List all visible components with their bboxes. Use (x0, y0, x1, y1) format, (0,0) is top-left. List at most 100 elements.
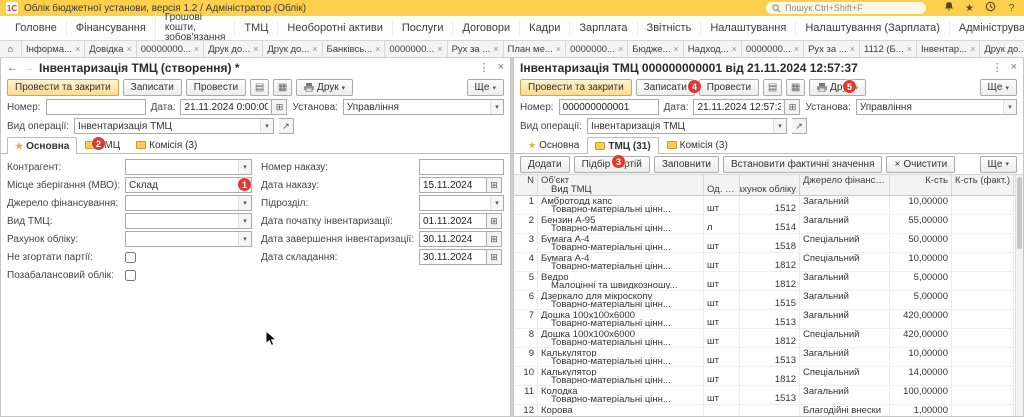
menu-item[interactable]: ТМЦ (234, 21, 277, 35)
chevron-down-icon[interactable]: ▾ (1003, 100, 1016, 114)
table-row[interactable]: 5 ВедроМалоцінні та швидкозношу... шт 18… (514, 272, 1023, 291)
table-row[interactable]: 9 КалькуляторТоварно-матеріальні цінн...… (514, 348, 1023, 367)
back-icon[interactable]: ← (7, 62, 18, 74)
calendar-icon[interactable]: ⊞ (487, 177, 502, 193)
window-tab[interactable]: Бюдже... × (628, 41, 684, 57)
scrollbar-thumb[interactable] (1017, 177, 1022, 249)
tab-main[interactable]: ★ Основна (7, 137, 77, 154)
chevron-down-icon[interactable]: ▾ (238, 214, 251, 228)
register-records-icon[interactable]: ▦ (786, 79, 805, 96)
off-balance-checkbox[interactable] (125, 270, 136, 281)
chevron-down-icon[interactable]: ▾ (490, 100, 503, 114)
set-fact-values-button[interactable]: Встановити фактичні значення (723, 156, 882, 173)
chevron-down-icon[interactable]: ▾ (238, 232, 251, 246)
tab-close-icon[interactable]: × (75, 44, 80, 54)
print-button[interactable]: Друк ▾ (296, 79, 353, 96)
tmc-kind-combo[interactable]: ▾ (125, 213, 252, 229)
window-tab[interactable]: 1112 (Б... × (860, 41, 917, 57)
create-based-on-icon[interactable]: ▤ (250, 79, 269, 96)
tab-commission[interactable]: Комісія (3) (128, 136, 205, 153)
create-based-on-icon[interactable]: ▤ (763, 79, 782, 96)
table-row[interactable]: 11 КолодкаТоварно-матеріальні цінн... шт… (514, 386, 1023, 405)
org-combo[interactable]: Управління ▾ (343, 99, 504, 115)
chevron-down-icon[interactable]: ▾ (238, 196, 251, 210)
tab-close-icon[interactable]: × (794, 44, 799, 54)
close-icon[interactable]: × (498, 61, 504, 74)
menu-item[interactable]: Адміністрування (949, 21, 1024, 35)
tab-close-icon[interactable]: × (674, 44, 679, 54)
table-row[interactable]: 12 Корова Благодійні внески 1,00000 (514, 405, 1023, 416)
window-tab[interactable]: Інформа... × (22, 41, 85, 57)
chevron-down-icon[interactable]: ▾ (260, 119, 273, 133)
calendar-icon[interactable]: ⊞ (487, 231, 502, 247)
calendar-icon[interactable]: ⊞ (785, 99, 800, 115)
vertical-scrollbar[interactable] (1015, 175, 1023, 416)
window-tab[interactable]: 00000000... × (137, 41, 204, 57)
table-row[interactable]: 3 Бумага А-4Товарно-матеріальні цінн... … (514, 234, 1023, 253)
window-tab[interactable]: Рух за ... × (804, 41, 860, 57)
table-row[interactable]: 1 Амбротодд капсТоварно-матеріальні цінн… (514, 196, 1023, 215)
notifications-bell-icon[interactable] (942, 1, 955, 15)
storage-mvo-combo[interactable]: Склад▾ (125, 177, 252, 193)
open-link-icon[interactable]: ↗ (279, 118, 294, 134)
window-tab[interactable]: 0000000... × (742, 41, 804, 57)
help-icon[interactable]: ? (1005, 3, 1018, 14)
menu-item[interactable]: Договори (452, 21, 519, 35)
account-combo[interactable]: ▾ (125, 231, 252, 247)
register-records-icon[interactable]: ▦ (273, 79, 292, 96)
calendar-icon[interactable]: ⊞ (487, 213, 502, 229)
forward-icon[interactable]: → (23, 62, 34, 74)
menu-item[interactable]: Зарплата (569, 21, 636, 35)
number-input[interactable] (46, 99, 146, 115)
tab-close-icon[interactable]: × (194, 44, 199, 54)
menu-item[interactable]: Грошові кошти, зобов'язання (155, 12, 235, 44)
tab-close-icon[interactable]: × (970, 44, 975, 54)
order-date-input[interactable] (419, 177, 487, 193)
column-header-source[interactable]: Джерело фінансування (800, 175, 890, 195)
table-row[interactable]: 10 КалькуляторТоварно-матеріальні цінн..… (514, 367, 1023, 386)
tab-tmc[interactable]: ТМЦ (31) (587, 137, 658, 154)
more-icon[interactable]: ⋮ (479, 61, 490, 74)
operation-combo[interactable]: Інвентаризація ТМЦ ▾ (587, 118, 787, 134)
menu-item[interactable]: Звітність (637, 21, 701, 35)
chevron-down-icon[interactable]: ▾ (773, 119, 786, 133)
tab-close-icon[interactable]: × (312, 44, 317, 54)
window-tab[interactable]: Друк до... × (980, 41, 1024, 57)
column-header-n[interactable]: N (514, 175, 538, 195)
table-row[interactable]: 7 Дошка 100х100х6000Товарно-матеріальні … (514, 310, 1023, 329)
number-input[interactable] (559, 99, 659, 115)
more-button[interactable]: Ще ▾ (980, 79, 1017, 96)
close-icon[interactable]: × (1011, 61, 1017, 74)
window-tab[interactable]: Інвентар... × (917, 41, 980, 57)
table-row[interactable]: 8 Дошка 100х100х6000Товарно-матеріальні … (514, 329, 1023, 348)
tab-close-icon[interactable]: × (493, 44, 498, 54)
clear-button[interactable]: × Очистити (886, 156, 955, 173)
column-header-unit[interactable]: Од. вим. (704, 175, 740, 195)
window-tab[interactable]: 0000000... × (385, 41, 447, 57)
chevron-down-icon[interactable]: ▾ (238, 160, 251, 174)
department-combo[interactable]: ▾ (419, 195, 504, 211)
tab-close-icon[interactable]: × (907, 44, 912, 54)
window-tab[interactable]: Надход... × (684, 41, 742, 57)
table-row[interactable]: 4 Бумага А-4Товарно-матеріальні цінн... … (514, 253, 1023, 272)
column-header-qty[interactable]: К-сть (890, 175, 952, 195)
home-tab[interactable]: ⌂ (0, 41, 22, 57)
tab-close-icon[interactable]: × (732, 44, 737, 54)
table-more-button[interactable]: Ще ▾ (980, 156, 1017, 173)
more-icon[interactable]: ⋮ (992, 61, 1003, 74)
order-number-input[interactable] (419, 159, 504, 175)
save-button[interactable]: Записати (636, 79, 695, 96)
window-tab[interactable]: Друк до... × (263, 41, 322, 57)
post-and-close-button[interactable]: Провести та закрити (7, 79, 119, 96)
add-row-button[interactable]: Додати (520, 156, 570, 173)
contractor-combo[interactable]: ▾ (125, 159, 252, 175)
table-row[interactable]: 2 Бензин А-95Товарно-матеріальні цінн...… (514, 215, 1023, 234)
menu-item[interactable]: Налаштування (Зарплата) (795, 21, 949, 35)
tab-main[interactable]: ★ Основна (520, 136, 587, 153)
favorites-star-icon[interactable]: ★ (963, 3, 976, 14)
tab-close-icon[interactable]: × (618, 44, 623, 54)
tab-close-icon[interactable]: × (437, 44, 442, 54)
compile-date-input[interactable] (419, 249, 487, 265)
date-input[interactable] (180, 99, 272, 115)
column-header-qty-fact[interactable]: К-сть (факт.) (952, 175, 1014, 195)
